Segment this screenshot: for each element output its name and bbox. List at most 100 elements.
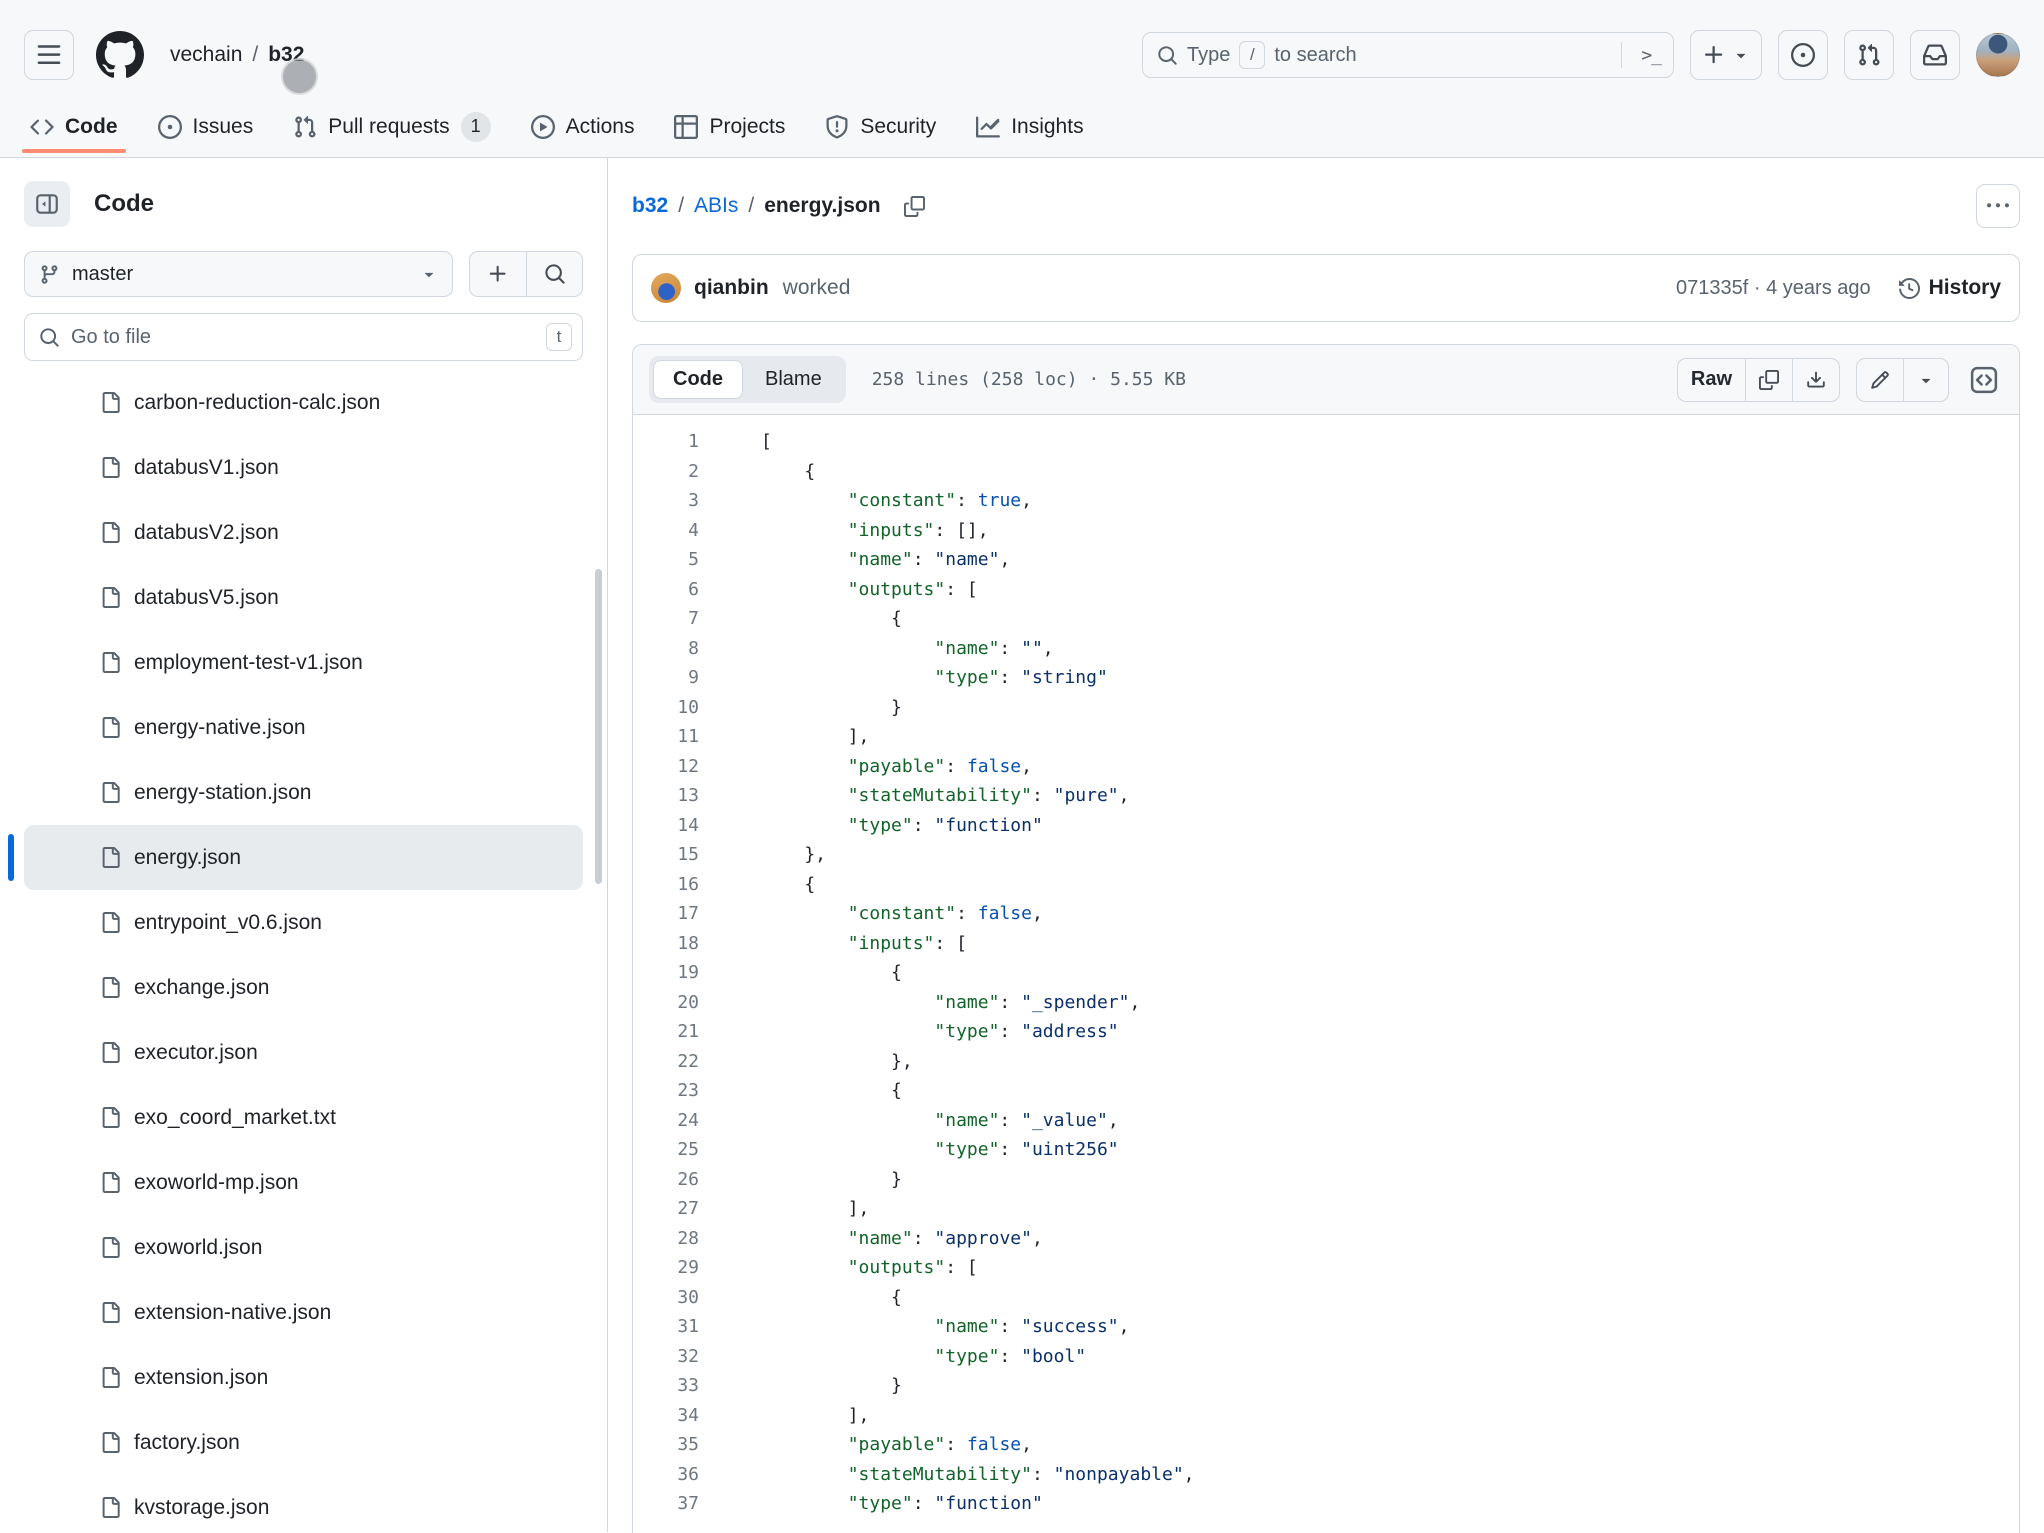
file-icon (100, 1237, 121, 1258)
line-number[interactable]: 25 (633, 1139, 699, 1160)
line-number[interactable]: 19 (633, 962, 699, 983)
tree-file-item[interactable]: databusV1.json (24, 435, 583, 500)
tree-file-item[interactable]: energy-station.json (24, 760, 583, 825)
line-number[interactable]: 8 (633, 638, 699, 659)
org-link[interactable]: vechain (170, 43, 242, 67)
symbols-panel-button[interactable] (1965, 361, 2003, 399)
edit-file-button[interactable] (1857, 359, 1903, 401)
line-number[interactable]: 16 (633, 874, 699, 895)
line-number[interactable]: 26 (633, 1169, 699, 1190)
line-number[interactable]: 2 (633, 461, 699, 482)
tree-file-item[interactable]: employment-test-v1.json (24, 630, 583, 695)
line-number[interactable]: 27 (633, 1198, 699, 1219)
line-number[interactable]: 7 (633, 608, 699, 629)
issues-dashboard-button[interactable] (1778, 30, 1828, 80)
tree-file-item[interactable]: factory.json (24, 1410, 583, 1475)
history-button[interactable]: History (1899, 276, 2001, 300)
commit-author-avatar[interactable] (651, 273, 681, 303)
tab-code[interactable]: Code (14, 96, 134, 157)
line-number[interactable]: 17 (633, 903, 699, 924)
line-number[interactable]: 22 (633, 1051, 699, 1072)
tree-file-item[interactable]: entrypoint_v0.6.json (24, 890, 583, 955)
line-number[interactable]: 29 (633, 1257, 699, 1278)
breadcrumb-dir-link[interactable]: ABIs (694, 194, 738, 218)
tree-file-item[interactable]: exoworld-mp.json (24, 1150, 583, 1215)
tree-file-item[interactable]: energy.json (24, 825, 583, 890)
new-file-button[interactable] (470, 252, 526, 296)
tree-file-item[interactable]: carbon-reduction-calc.json (24, 370, 583, 435)
line-number[interactable]: 3 (633, 490, 699, 511)
line-number[interactable]: 33 (633, 1375, 699, 1396)
copy-raw-button[interactable] (1745, 359, 1792, 401)
line-number[interactable]: 36 (633, 1464, 699, 1485)
line-number[interactable]: 1 (633, 431, 699, 452)
line-number[interactable]: 31 (633, 1316, 699, 1337)
line-number[interactable]: 4 (633, 520, 699, 541)
code-line: 31 "name": "success", (633, 1312, 2019, 1342)
tab-code-view[interactable]: Code (653, 360, 743, 399)
tab-security[interactable]: Security (809, 96, 952, 157)
tree-file-item[interactable]: databusV5.json (24, 565, 583, 630)
line-number[interactable]: 34 (633, 1405, 699, 1426)
tree-scrollbar-thumb[interactable] (595, 569, 602, 884)
breadcrumb-repo-link[interactable]: b32 (632, 194, 668, 218)
commit-message[interactable]: worked (783, 276, 851, 300)
pull-requests-dashboard-button[interactable] (1844, 30, 1894, 80)
tree-file-item[interactable]: extension-native.json (24, 1280, 583, 1345)
create-new-button[interactable] (1690, 30, 1762, 80)
tab-label: Insights (1011, 115, 1083, 139)
line-number[interactable]: 5 (633, 549, 699, 570)
line-number[interactable]: 13 (633, 785, 699, 806)
line-number[interactable]: 21 (633, 1021, 699, 1042)
tree-file-item[interactable]: executor.json (24, 1020, 583, 1085)
tab-actions[interactable]: Actions (515, 96, 651, 157)
tab-insights[interactable]: Insights (960, 96, 1099, 157)
goto-file-input[interactable]: Go to file t (24, 313, 583, 361)
download-raw-button[interactable] (1792, 359, 1839, 401)
line-number[interactable]: 20 (633, 992, 699, 1013)
github-logo-icon[interactable] (96, 31, 144, 79)
user-avatar[interactable] (1976, 33, 2020, 77)
line-number[interactable]: 24 (633, 1110, 699, 1131)
tree-file-item[interactable]: databusV2.json (24, 500, 583, 565)
hamburger-menu-button[interactable] (24, 30, 74, 80)
raw-button[interactable]: Raw (1678, 359, 1745, 401)
tree-file-item[interactable]: exo_coord_market.txt (24, 1085, 583, 1150)
tree-file-item[interactable]: energy-native.json (24, 695, 583, 760)
copy-path-button[interactable] (897, 188, 933, 224)
tab-issues[interactable]: Issues (142, 96, 270, 157)
tree-file-item[interactable]: exchange.json (24, 955, 583, 1020)
inbox-button[interactable] (1910, 30, 1960, 80)
line-number[interactable]: 15 (633, 844, 699, 865)
line-number[interactable]: 28 (633, 1228, 699, 1249)
file-more-options-button[interactable] (1976, 184, 2020, 228)
file-icon (100, 782, 121, 803)
tab-blame-view[interactable]: Blame (745, 360, 842, 399)
file-icon (100, 847, 121, 868)
tree-file-item[interactable]: kvstorage.json (24, 1475, 583, 1533)
tree-file-item[interactable]: exoworld.json (24, 1215, 583, 1280)
search-tree-button[interactable] (526, 252, 582, 296)
line-number[interactable]: 11 (633, 726, 699, 747)
line-number[interactable]: 23 (633, 1080, 699, 1101)
edit-dropdown-button[interactable] (1903, 359, 1948, 401)
repo-link[interactable]: b32 (268, 43, 304, 67)
tab-pull-requests[interactable]: Pull requests 1 (277, 96, 506, 157)
line-number[interactable]: 14 (633, 815, 699, 836)
line-number[interactable]: 37 (633, 1493, 699, 1514)
line-number[interactable]: 30 (633, 1287, 699, 1308)
line-number[interactable]: 32 (633, 1346, 699, 1367)
command-palette-icon[interactable]: >_ (1641, 45, 1661, 66)
collapse-sidebar-button[interactable] (24, 181, 70, 227)
tab-projects[interactable]: Projects (658, 96, 801, 157)
branch-selector[interactable]: master (24, 251, 453, 297)
line-number[interactable]: 35 (633, 1434, 699, 1455)
line-number[interactable]: 6 (633, 579, 699, 600)
line-number[interactable]: 9 (633, 667, 699, 688)
global-search-input[interactable]: Type / to search >_ (1142, 32, 1674, 78)
line-number[interactable]: 10 (633, 697, 699, 718)
tree-file-item[interactable]: extension.json (24, 1345, 583, 1410)
line-number[interactable]: 12 (633, 756, 699, 777)
commit-author-name[interactable]: qianbin (694, 276, 769, 300)
line-number[interactable]: 18 (633, 933, 699, 954)
